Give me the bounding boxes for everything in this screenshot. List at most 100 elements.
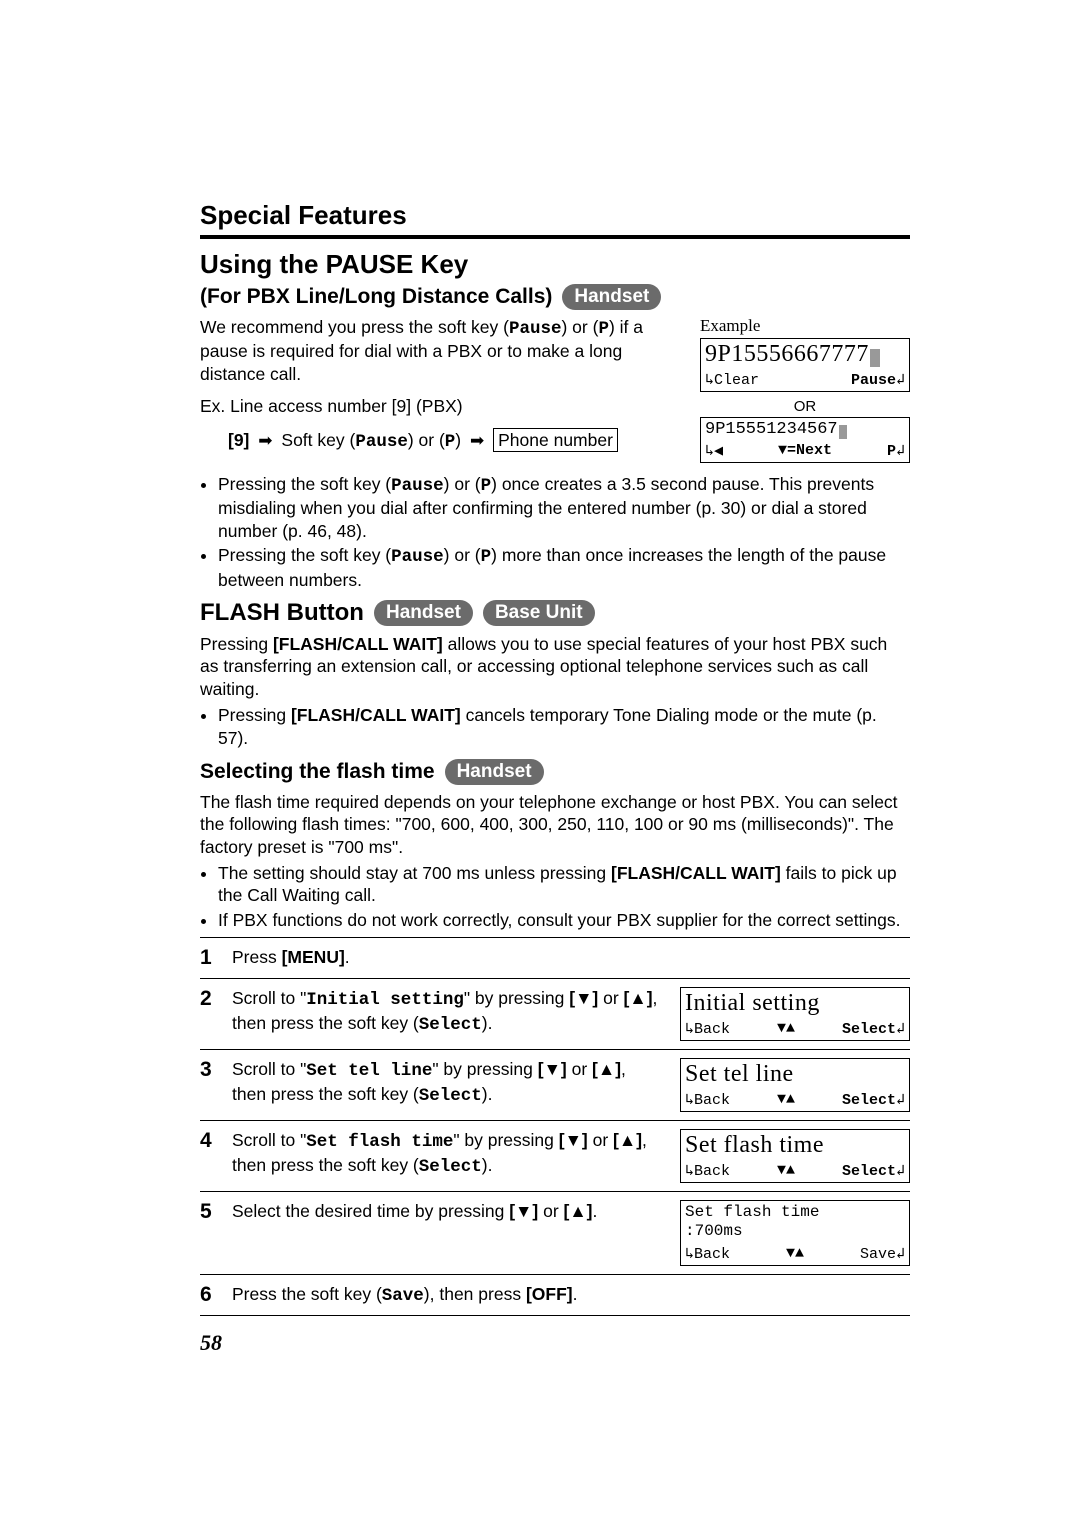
- s5-lcd-mid: ▼▲: [786, 1245, 804, 1262]
- s6b: ), then press: [424, 1284, 526, 1304]
- s2-lcd-right: Select: [842, 1021, 896, 1038]
- step-3-text: Scroll to "Set tel line" by pressing [▼]…: [232, 1058, 668, 1107]
- s4up: [▲]: [613, 1130, 642, 1150]
- step-number-5: 5: [200, 1200, 220, 1224]
- s4down: [▼]: [559, 1130, 588, 1150]
- pb1b: ) or (: [444, 474, 481, 494]
- lcd-example-1: 9P15556667777 ↳Clear Pause↲: [700, 338, 910, 392]
- s2sel: Select: [419, 1015, 482, 1035]
- flash-heading: FLASH Button: [200, 599, 364, 627]
- step-6-text: Press the soft key (Save), then press [O…: [232, 1283, 910, 1307]
- pill-handset: Handset: [374, 600, 473, 626]
- fp1a: Pressing: [200, 634, 273, 654]
- s3b: " by pressing: [432, 1059, 537, 1079]
- s5down: [▼]: [509, 1201, 538, 1221]
- flash-call-wait-3: [FLASH/CALL WAIT]: [611, 863, 781, 883]
- s3c: or: [567, 1059, 592, 1079]
- s1menu: [MENU]: [282, 947, 345, 967]
- s5a: Select the desired time by pressing: [232, 1201, 509, 1221]
- lcd1-left: Clear: [714, 372, 759, 389]
- flash-para: Pressing [FLASH/CALL WAIT] allows you to…: [200, 633, 910, 700]
- s3down: [▼]: [538, 1059, 567, 1079]
- pause-subheading: (For PBX Line/Long Distance Calls): [200, 285, 552, 309]
- lcd-step-5: Set flash time :700ms ↳Back ▼▲ Save↲: [680, 1200, 910, 1265]
- softkey-arrow-left-icon: ↳: [705, 443, 714, 460]
- s2-lcd-left: Back: [694, 1021, 730, 1038]
- s3sel: Select: [419, 1086, 482, 1106]
- step-number-6: 6: [200, 1283, 220, 1307]
- pill-handset: Handset: [562, 284, 661, 310]
- s3up: [▲]: [592, 1059, 621, 1079]
- s5-lcd-left: Back: [694, 1246, 730, 1263]
- s5-lcd-right: Save: [860, 1246, 896, 1263]
- s4code: Set flash time: [306, 1132, 453, 1152]
- step-1-text: Press [MENU].: [232, 946, 910, 968]
- s4-lcd-mid: ▼▲: [777, 1162, 795, 1179]
- lcd1-right: Pause: [851, 372, 896, 389]
- pause-bullet-2: Pressing the soft key (Pause) or (P) mor…: [218, 544, 910, 591]
- s1b: .: [345, 947, 350, 967]
- softkey-arrow-right-icon: ↲: [896, 443, 905, 460]
- s2up: [▲]: [624, 988, 653, 1008]
- s5-lcd-line2: :700ms: [685, 1222, 905, 1241]
- p-label-1: P: [598, 319, 609, 339]
- s5up: [▲]: [564, 1201, 593, 1221]
- lcd-step-3: Set tel line ↳Back ▼▲ Select↲: [680, 1058, 910, 1112]
- seq-soft: Soft key (: [281, 430, 355, 450]
- s5b: or: [538, 1201, 563, 1221]
- flash-call-wait-1: [FLASH/CALL WAIT]: [273, 634, 443, 654]
- step-4-text: Scroll to "Set flash time" by pressing […: [232, 1129, 668, 1178]
- s5c: .: [593, 1201, 598, 1221]
- pause-intro-block: We recommend you press the soft key (Pau…: [200, 316, 686, 385]
- pause-label-1: Pause: [509, 319, 562, 339]
- s4c: or: [588, 1130, 613, 1150]
- pause-bullet-1: Pressing the soft key (Pause) or (P) onc…: [218, 473, 910, 542]
- lcd-example-2: 9P15551234567 ↳ ▼=Next P↲: [700, 417, 910, 463]
- seq-close: ): [455, 430, 461, 450]
- s4e: ).: [482, 1155, 493, 1175]
- cursor-icon: [839, 425, 847, 439]
- softkey-arrow-left-icon: ↳: [685, 1092, 694, 1109]
- pb1a: Pressing the soft key (: [218, 474, 391, 494]
- lcd2-right: P: [887, 443, 896, 460]
- phone-number-box: Phone number: [493, 428, 618, 452]
- p-label-2: P: [445, 432, 456, 452]
- s2e: ).: [482, 1013, 493, 1033]
- section-title: Special Features: [200, 200, 910, 231]
- softkey-arrow-right-icon: ↲: [896, 1246, 905, 1263]
- pause-label-4: Pause: [391, 547, 444, 567]
- s6off: [OFF]: [526, 1284, 573, 1304]
- softkey-arrow-left-icon: ↳: [685, 1246, 694, 1263]
- softkey-arrow-right-icon: ↲: [896, 1092, 905, 1109]
- lcd-step-4: Set flash time ↳Back ▼▲ Select↲: [680, 1129, 910, 1183]
- s4-lcd-left: Back: [694, 1163, 730, 1180]
- seq-9: [9]: [228, 430, 249, 450]
- step-number-2: 2: [200, 987, 220, 1011]
- step-number-4: 4: [200, 1129, 220, 1153]
- softkey-arrow-right-icon: ↲: [896, 1163, 905, 1180]
- pause-intro-1: We recommend you press the soft key (: [200, 317, 509, 337]
- step-2-text: Scroll to "Initial setting" by pressing …: [232, 987, 668, 1036]
- s3a: Scroll to ": [232, 1059, 306, 1079]
- flash-call-wait-2: [FLASH/CALL WAIT]: [291, 705, 461, 725]
- s2c: or: [598, 988, 623, 1008]
- s5-lcd-line1: Set flash time: [685, 1203, 905, 1222]
- arrow-icon: ➡: [258, 430, 272, 452]
- sb1a: The setting should stay at 700 ms unless…: [218, 863, 611, 883]
- divider: [200, 235, 910, 239]
- pause-label-2: Pause: [355, 432, 408, 452]
- s6save: Save: [382, 1286, 424, 1306]
- s4a: Scroll to ": [232, 1130, 306, 1150]
- arrow-icon: ➡: [470, 430, 484, 452]
- softkey-arrow-right-icon: ↲: [896, 1021, 905, 1038]
- s2-lcd-mid: ▼▲: [777, 1020, 795, 1037]
- or-label: OR: [700, 398, 910, 415]
- s3-lcd-right: Select: [842, 1092, 896, 1109]
- pill-handset: Handset: [445, 759, 544, 785]
- p-label-3: P: [481, 476, 492, 496]
- softkey-arrow-right-icon: ↲: [896, 372, 905, 389]
- s2-lcd-main: Initial setting: [685, 990, 905, 1017]
- softkey-arrow-left-icon: ↳: [685, 1163, 694, 1180]
- s3e: ).: [482, 1084, 493, 1104]
- p-label-4: P: [481, 547, 492, 567]
